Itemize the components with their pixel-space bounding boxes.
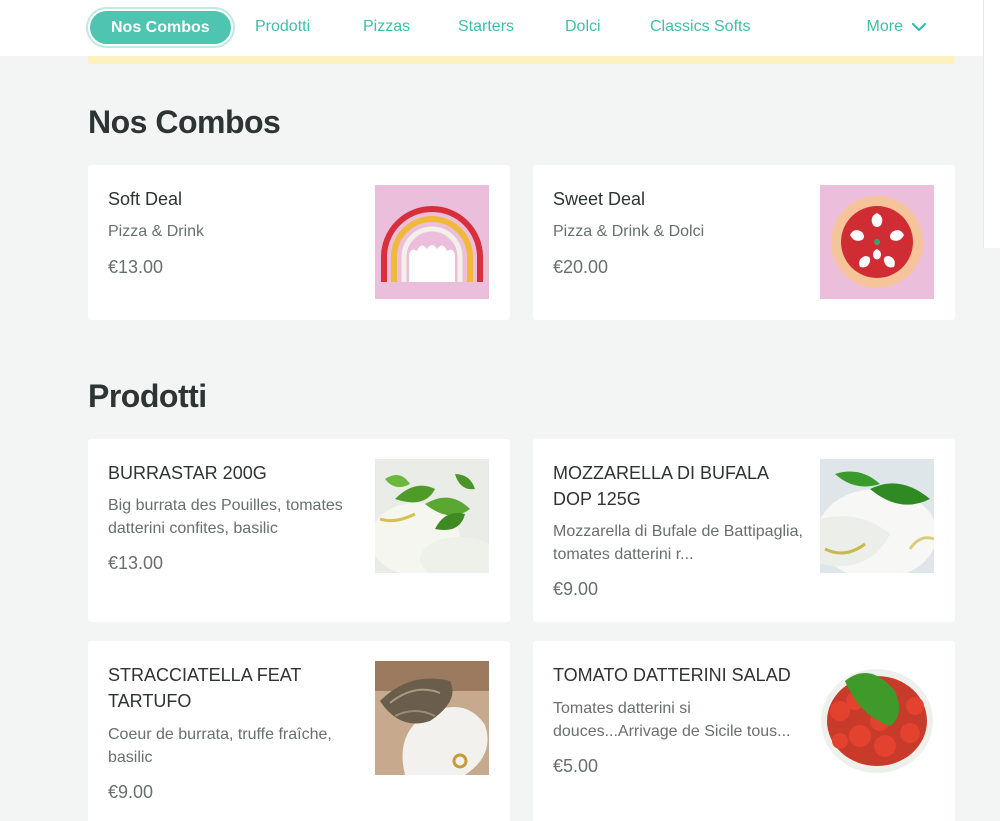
menu-item-card[interactable]: TOMATO DATTERINI SALAD Tomates datterini… (533, 641, 955, 821)
burrata-photo (375, 459, 489, 573)
item-description: Mozzarella di Bufale de Battipaglia, tom… (553, 523, 803, 563)
pizza-illustration (820, 185, 934, 299)
item-price: €20.00 (553, 257, 609, 277)
nav-more-label: More (866, 18, 903, 35)
rainbow-illustration (375, 185, 489, 299)
chevron-down-icon (911, 22, 927, 32)
nav-tab-pizzas[interactable]: Pizzas (363, 17, 410, 37)
nav-tab-starters[interactable]: Starters (458, 17, 514, 37)
category-nav: Nos Combos Prodotti Pizzas Starters Dolc… (88, 0, 955, 56)
menu-item-card[interactable]: Sweet Deal Pizza & Drink & Dolci €20.00 (533, 165, 955, 320)
menu-item-card[interactable]: STRACCIATELLA FEAT TARTUFO Coeur de burr… (88, 641, 510, 821)
item-price: €9.00 (553, 579, 599, 599)
menu-item-card[interactable]: Soft Deal Pizza & Drink €13.00 (88, 165, 510, 320)
section-title-nos-combos: Nos Combos (88, 104, 281, 140)
item-description: Pizza & Drink & Dolci (553, 223, 705, 240)
item-description: Tomates datterini si douces...Arrivage d… (553, 700, 791, 740)
nav-tab-prodotti[interactable]: Prodotti (255, 17, 310, 37)
item-description: Big burrata des Pouilles, tomates datter… (108, 497, 343, 537)
side-panel-edge (983, 0, 1000, 248)
section-title-prodotti: Prodotti (88, 378, 207, 414)
item-description: Coeur de burrata, truffe fraîche, basili… (108, 726, 332, 766)
item-price: €9.00 (108, 782, 154, 802)
item-price: €13.00 (108, 553, 164, 573)
nav-more-button[interactable]: More (867, 17, 927, 37)
tomato-salad-photo (820, 661, 934, 775)
info-banner (88, 56, 955, 64)
menu-item-card[interactable]: MOZZARELLA DI BUFALA DOP 125G Mozzarella… (533, 439, 955, 622)
item-name: BURRASTAR 200G (108, 463, 267, 483)
nav-tab-nos-combos[interactable]: Nos Combos (90, 11, 231, 44)
item-name: Sweet Deal (553, 189, 646, 209)
item-price: €5.00 (553, 756, 599, 776)
item-name: Soft Deal (108, 189, 183, 209)
nav-tab-dolci[interactable]: Dolci (565, 17, 601, 37)
top-navigation: Nos Combos Prodotti Pizzas Starters Dolc… (0, 0, 1000, 56)
item-name: STRACCIATELLA FEAT TARTUFO (108, 665, 302, 711)
item-name: TOMATO DATTERINI SALAD (553, 665, 791, 685)
mozzarella-photo (820, 459, 934, 573)
truffle-photo (375, 661, 489, 775)
item-name: MOZZARELLA DI BUFALA DOP 125G (553, 463, 769, 509)
menu-item-card[interactable]: BURRASTAR 200G Big burrata des Pouilles,… (88, 439, 510, 622)
item-description: Pizza & Drink (108, 223, 205, 240)
item-price: €13.00 (108, 257, 164, 277)
nav-tab-classics-softs[interactable]: Classics Softs (650, 17, 750, 37)
